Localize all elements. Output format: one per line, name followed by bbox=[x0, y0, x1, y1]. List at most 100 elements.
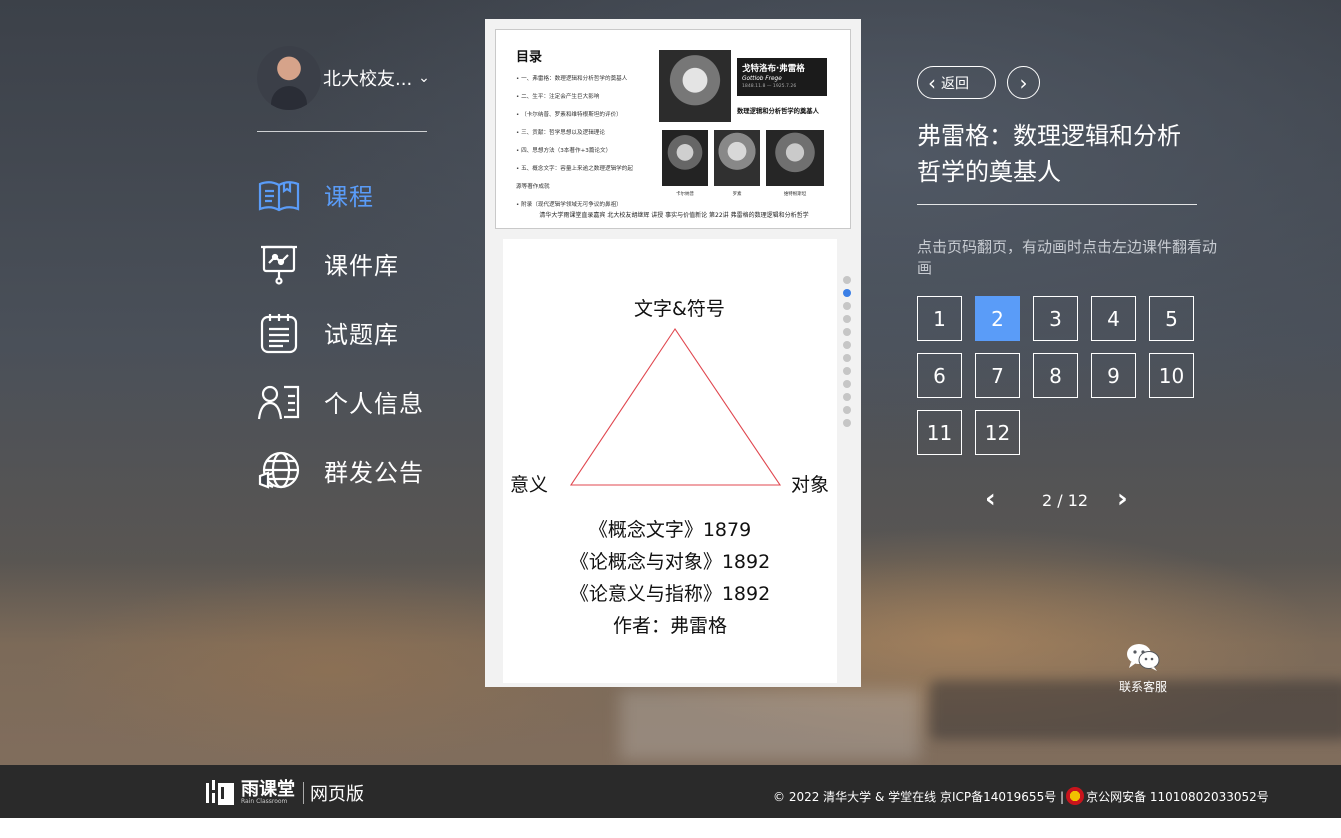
prev-page-icon[interactable]: ‹ bbox=[985, 484, 996, 514]
portrait-caption: 维特根斯坦 bbox=[783, 192, 807, 197]
page-hint: 点击页码翻页，有动画时点击左边课件翻看动画 bbox=[917, 238, 1218, 277]
background-paper bbox=[620, 690, 920, 760]
brand-separator bbox=[303, 782, 304, 804]
toc-item: • 三、贡献：哲学思想以及逻辑理论 bbox=[516, 130, 605, 136]
slide1-subtitle: 数理逻辑和分析哲学的奠基人 bbox=[737, 108, 819, 115]
slide-dot[interactable] bbox=[843, 315, 851, 323]
toc-item: • 五、概念文字：容量上来逾之数理逻辑学的起 bbox=[516, 166, 633, 172]
sidebar-item-courseware[interactable]: 课件库 bbox=[257, 229, 424, 298]
sidebar-divider bbox=[257, 131, 427, 132]
chevron-left-icon: ‹ bbox=[928, 70, 936, 95]
book-icon bbox=[257, 173, 301, 217]
globe-broadcast-icon bbox=[257, 449, 301, 493]
slide-thumbnail-1[interactable]: 目录 • 一、弗雷格：数理逻辑和分析哲学的奠基人 • 二、生平：注定会产生巨大影… bbox=[495, 29, 851, 229]
slide-dot[interactable] bbox=[843, 393, 851, 401]
slide-dot[interactable] bbox=[843, 289, 851, 297]
page-button-9[interactable]: 9 bbox=[1091, 353, 1136, 398]
toc-item: • （卡尔纳普、罗素和维特根斯坦的评价） bbox=[516, 112, 622, 118]
page-button-10[interactable]: 10 bbox=[1149, 353, 1194, 398]
bottom-strip bbox=[0, 818, 1341, 838]
toc-item: 源等著作成就 bbox=[516, 184, 550, 190]
portrait-caption: 卡尔纳普 bbox=[676, 192, 694, 197]
slide-dot[interactable] bbox=[843, 406, 851, 414]
slide-dot[interactable] bbox=[843, 367, 851, 375]
toc-item: • 一、弗雷格：数理逻辑和分析哲学的奠基人 bbox=[516, 76, 628, 82]
name-dates: 1848.11.8 — 1925.7.26 bbox=[742, 84, 797, 89]
police-record-link[interactable]: 京公网安备 11010802033052号 bbox=[1086, 788, 1269, 805]
user-menu[interactable]: 北大校友... ⌄ bbox=[257, 46, 430, 110]
sidebar-item-label: 群发公告 bbox=[324, 459, 424, 487]
slide1-footer: 清华大学雨课堂直录嘉宾 北大校友胡继辉 讲授 事实与价值新论 第22讲 弗雷格的… bbox=[539, 212, 809, 219]
sidebar-item-course[interactable]: 课程 bbox=[257, 160, 424, 229]
next-page-icon[interactable]: › bbox=[1117, 484, 1128, 514]
avatar bbox=[257, 46, 321, 110]
brand-name-en: Rain Classroom bbox=[241, 798, 288, 805]
page-button-4[interactable]: 4 bbox=[1091, 296, 1136, 341]
page-counter: 2 / 12 bbox=[1042, 491, 1089, 510]
portrait-photo bbox=[662, 130, 708, 186]
sidebar-item-broadcast[interactable]: 群发公告 bbox=[257, 436, 424, 505]
name-cn: 戈特洛布·弗雷格 bbox=[742, 64, 805, 74]
slide-dot[interactable] bbox=[843, 302, 851, 310]
name-en: Gottlob Frege bbox=[742, 76, 782, 82]
portrait-photo bbox=[714, 130, 760, 186]
page-button-2[interactable]: 2 bbox=[975, 296, 1020, 341]
back-label: 返回 bbox=[941, 75, 969, 92]
notepad-icon bbox=[257, 311, 301, 355]
triangle-label-right: 对象 bbox=[791, 474, 830, 496]
lesson-title: 弗雷格：数理逻辑和分析哲学的奠基人 bbox=[917, 122, 1181, 186]
sidebar-item-profile[interactable]: 个人信息 bbox=[257, 367, 424, 436]
slide-dot[interactable] bbox=[843, 341, 851, 349]
wechat-icon bbox=[1127, 644, 1160, 671]
slide-viewer[interactable]: 目录 • 一、弗雷格：数理逻辑和分析哲学的奠基人 • 二、生平：注定会产生巨大影… bbox=[485, 19, 861, 687]
page-button-11[interactable]: 11 bbox=[917, 410, 962, 455]
page-grid: 1 2 3 4 5 6 7 8 9 10 11 12 bbox=[917, 296, 1217, 467]
triangle-label-top: 文字&符号 bbox=[634, 298, 725, 320]
slide1-toc: • 一、弗雷格：数理逻辑和分析哲学的奠基人 • 二、生平：注定会产生巨大影响 •… bbox=[516, 70, 656, 214]
slide-scroll-dots bbox=[843, 276, 851, 432]
brand-text: 雨课堂 Rain Classroom bbox=[235, 779, 295, 806]
forward-button[interactable]: › bbox=[1007, 66, 1040, 99]
back-button[interactable]: ‹ 返回 bbox=[917, 66, 996, 99]
rain-classroom-logo-icon bbox=[206, 780, 234, 805]
sidebar-nav: 课程 课件库 试题库 个人信息 群发公告 bbox=[257, 160, 424, 505]
presentation-board-icon bbox=[257, 242, 301, 286]
sidebar-item-label: 个人信息 bbox=[324, 390, 424, 418]
slide-dot[interactable] bbox=[843, 354, 851, 362]
page-button-8[interactable]: 8 bbox=[1033, 353, 1078, 398]
page-button-12[interactable]: 12 bbox=[975, 410, 1020, 455]
slide-dot[interactable] bbox=[843, 380, 851, 388]
slide-dot[interactable] bbox=[843, 276, 851, 284]
page-button-1[interactable]: 1 bbox=[917, 296, 962, 341]
page-button-7[interactable]: 7 bbox=[975, 353, 1020, 398]
triangle-label-left: 意义 bbox=[510, 474, 549, 496]
toc-item: • 二、生平：注定会产生巨大影响 bbox=[516, 94, 600, 100]
user-name: 北大校友... bbox=[323, 69, 413, 90]
slide1-title: 目录 bbox=[516, 50, 543, 65]
page-button-6[interactable]: 6 bbox=[917, 353, 962, 398]
slide2-line: 作者：弗雷格 bbox=[612, 615, 727, 637]
chevron-down-icon: ⌄ bbox=[418, 70, 430, 86]
contact-service-button[interactable]: 联系客服 bbox=[1112, 642, 1174, 695]
sidebar-item-label: 课程 bbox=[324, 183, 374, 211]
sidebar-item-label: 试题库 bbox=[324, 321, 399, 349]
slide2-line: 《概念文字》1879 bbox=[588, 519, 752, 541]
slide-thumbnail-2[interactable]: 文字&符号 意义 对象 《概念文字》1879 《论概念与对象》1892 《论意义… bbox=[503, 239, 837, 683]
slide-dot[interactable] bbox=[843, 328, 851, 336]
sidebar-item-question-bank[interactable]: 试题库 bbox=[257, 298, 424, 367]
police-badge-icon bbox=[1066, 787, 1085, 805]
semantic-triangle bbox=[569, 328, 782, 486]
brand[interactable]: 雨课堂 Rain Classroom 网页版 bbox=[205, 779, 364, 807]
slide2-text-block: 《概念文字》1879 《论概念与对象》1892 《论意义与指称》1892 作者：… bbox=[503, 514, 837, 642]
contact-service-label: 联系客服 bbox=[1118, 680, 1167, 694]
portrait-photo bbox=[766, 130, 824, 186]
copyright-text: © 2022 清华大学 & 学堂在线 京ICP备14019655号 | bbox=[773, 789, 1065, 804]
page-button-3[interactable]: 3 bbox=[1033, 296, 1078, 341]
slide2-line: 《论意义与指称》1892 bbox=[569, 583, 771, 605]
page-button-5[interactable]: 5 bbox=[1149, 296, 1194, 341]
web-version-label: 网页版 bbox=[310, 784, 364, 805]
slide2-line: 《论概念与对象》1892 bbox=[569, 551, 771, 573]
brand-name: 雨课堂 bbox=[241, 779, 295, 800]
portrait-caption: 罗素 bbox=[732, 192, 742, 197]
slide-dot[interactable] bbox=[843, 419, 851, 427]
